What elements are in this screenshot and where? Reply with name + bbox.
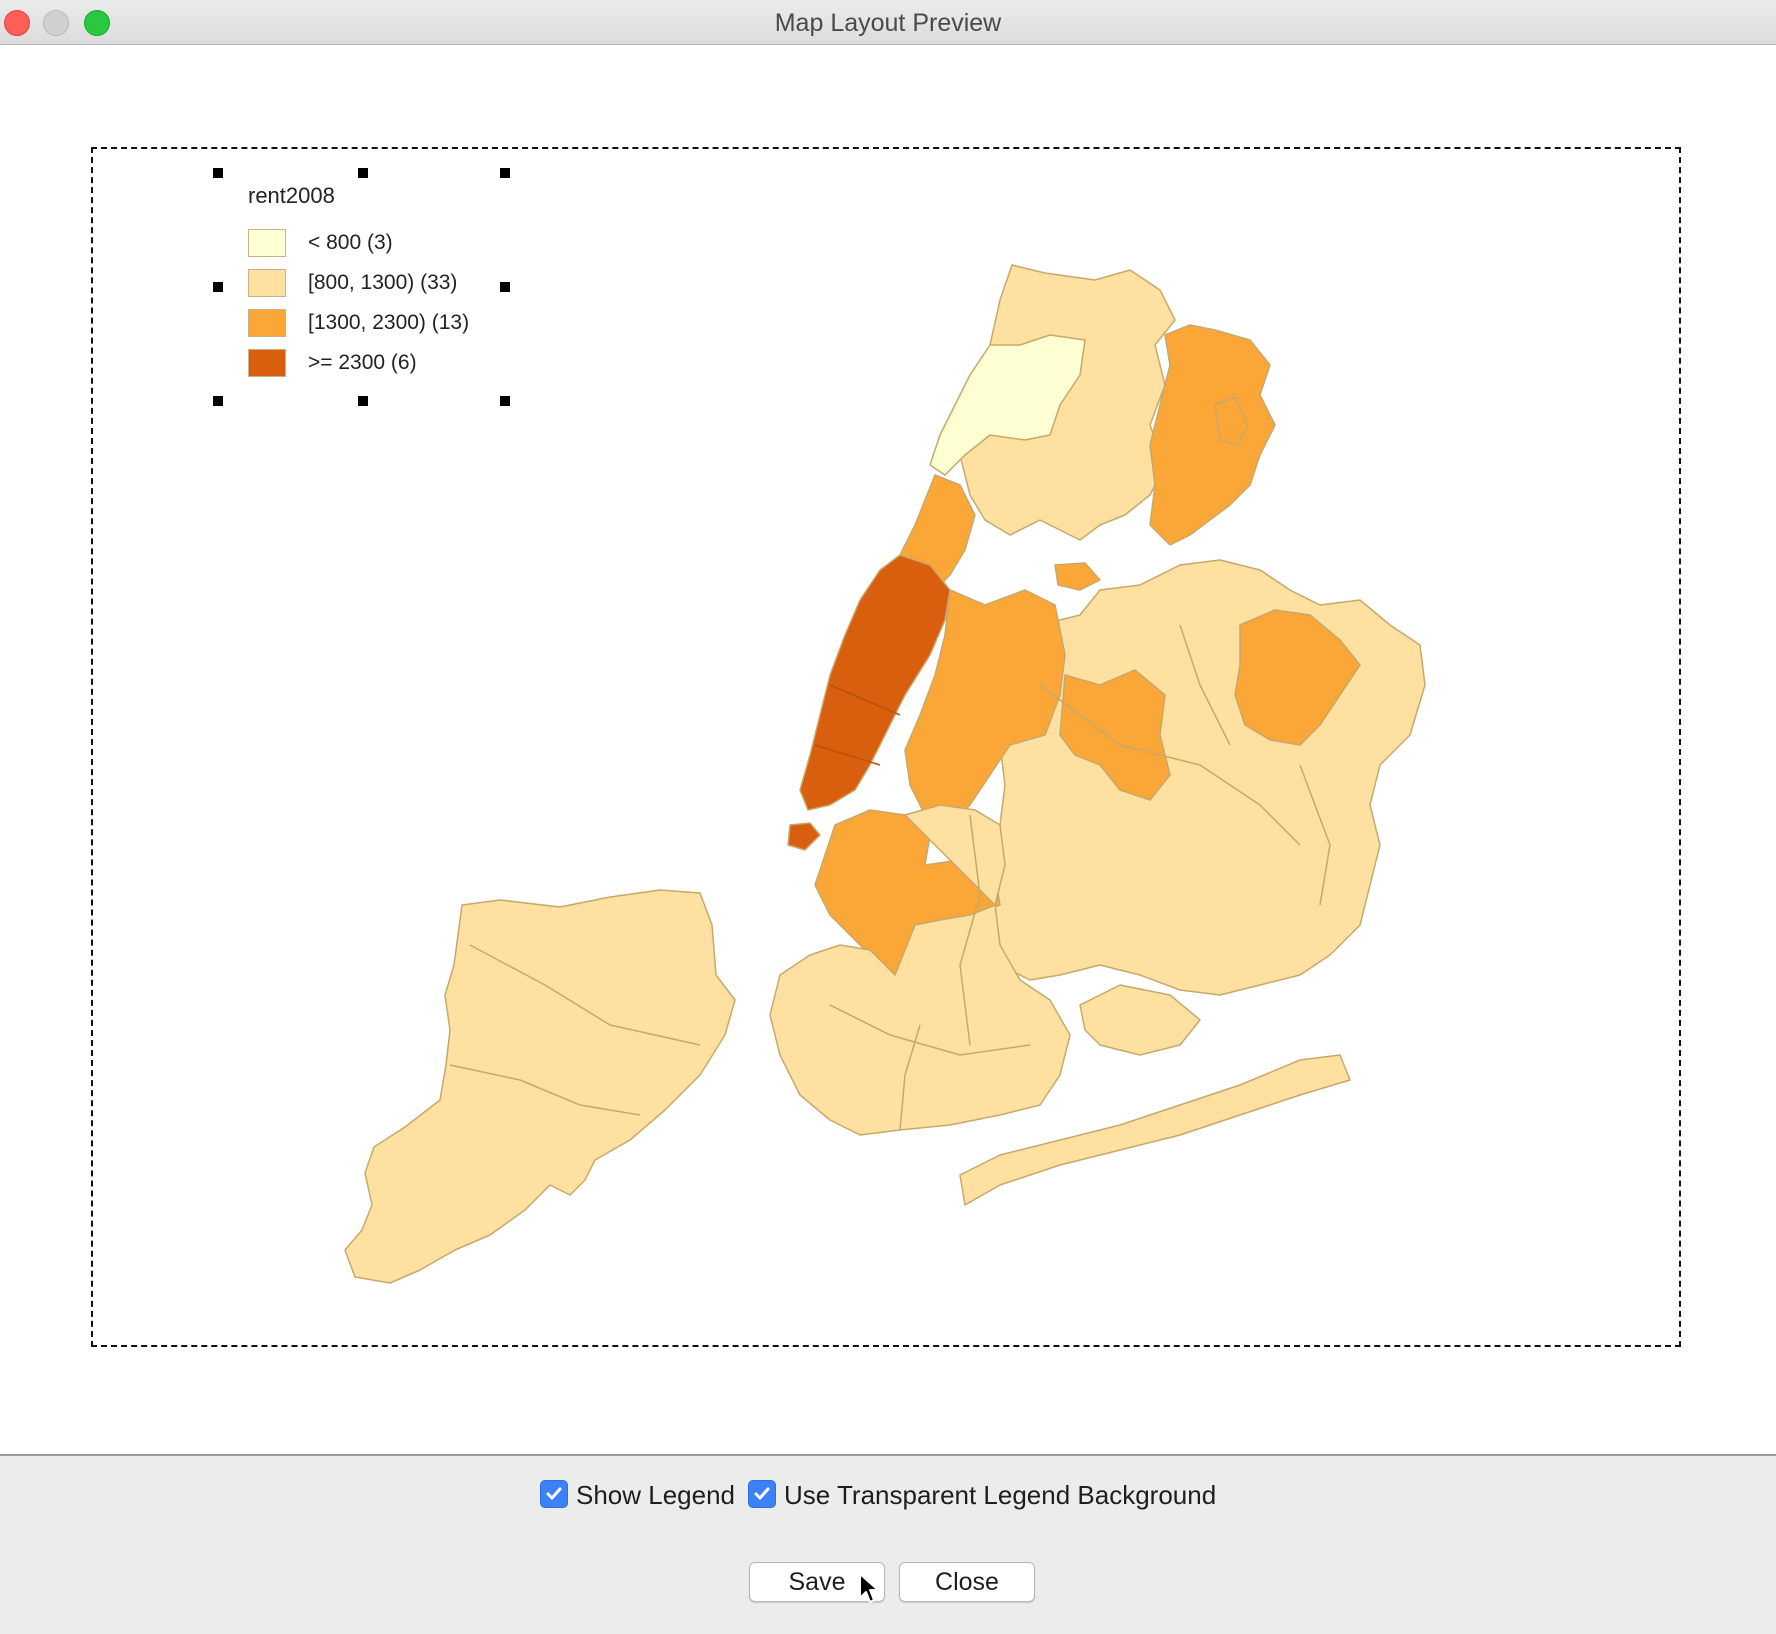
legend-resize-handle[interactable] (358, 168, 368, 178)
close-button[interactable]: Close (899, 1562, 1035, 1602)
show-legend-checkbox[interactable] (540, 1480, 568, 1508)
layout-canvas: rent2008 < 800 (3) [800, 1300) (33) [130… (0, 45, 1776, 1454)
legend-resize-handle[interactable] (213, 168, 223, 178)
legend-swatch (248, 349, 286, 377)
map-area-governors-island (787, 822, 821, 851)
mouse-cursor-icon (859, 1573, 879, 1603)
map-legend[interactable]: rent2008 < 800 (3) [800, 1300) (33) [130… (213, 168, 510, 406)
legend-item-label: [800, 1300) (33) (308, 271, 458, 294)
legend-resize-handle[interactable] (358, 396, 368, 406)
show-legend-label[interactable]: Show Legend (576, 1480, 735, 1511)
transparent-legend-checkbox[interactable] (748, 1480, 776, 1508)
transparent-legend-label[interactable]: Use Transparent Legend Background (784, 1480, 1216, 1511)
legend-swatch (248, 269, 286, 297)
legend-item-label: < 800 (3) (308, 231, 393, 254)
legend-swatch (248, 229, 286, 257)
title-bar: Map Layout Preview (0, 0, 1776, 45)
legend-item-label: [1300, 2300) (13) (308, 311, 470, 334)
checkmark-icon (754, 1487, 770, 1500)
window-title: Map Layout Preview (774, 9, 1002, 37)
legend-item-label: >= 2300 (6) (308, 351, 417, 374)
legend-resize-handle[interactable] (213, 282, 223, 292)
map-area-jamaica-bay-islands (1079, 984, 1201, 1056)
legend-swatch (248, 309, 286, 337)
legend-resize-handle[interactable] (500, 396, 510, 406)
legend-resize-handle[interactable] (500, 282, 510, 292)
map-area-staten-island (344, 889, 736, 1284)
map-area-rikers (1054, 562, 1101, 591)
options-panel: Show Legend Use Transparent Legend Backg… (0, 1454, 1776, 1634)
legend-resize-handle[interactable] (213, 396, 223, 406)
map-area-bronx-class3 (1149, 324, 1276, 546)
checkmark-icon (546, 1487, 562, 1500)
legend-title: rent2008 (248, 183, 335, 208)
legend-resize-handle[interactable] (500, 168, 510, 178)
